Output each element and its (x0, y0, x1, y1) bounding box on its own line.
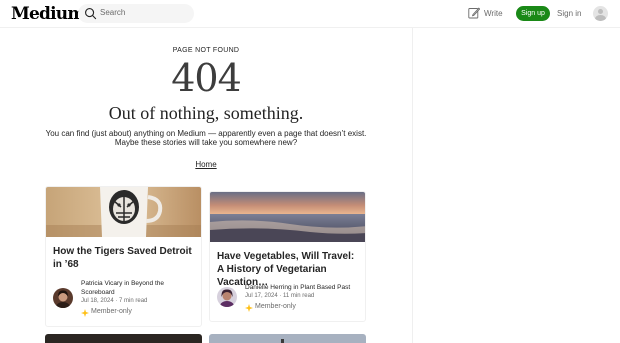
author-byline[interactable]: Danielle Herring in Plant Based Past (245, 283, 360, 292)
page-not-found-eyebrow: PAGE NOT FOUND (172, 47, 240, 54)
author-byline[interactable]: Patricia Vicary in Beyond the Scoreboard (81, 279, 196, 297)
description-line-2: Maybe these stories will take you somewh… (114, 138, 298, 147)
error-code: 404 (171, 56, 242, 100)
story-card-thumbnail-partial[interactable] (209, 334, 366, 343)
sidebar-divider (412, 28, 413, 343)
member-star-icon (81, 309, 89, 317)
story-meta: Jul 17, 2024 · 11 min read (245, 293, 315, 299)
page-title: Out of nothing, something. (108, 103, 304, 123)
story-card-thumbnail-partial[interactable] (45, 334, 202, 343)
story-meta: Jul 18, 2024 · 7 min read (81, 298, 148, 304)
story-title[interactable]: How the Tigers Saved Detroit in ’68 (53, 245, 198, 271)
medium-logo[interactable]: Medium (11, 4, 85, 24)
search-placeholder: Search (100, 8, 126, 17)
sign-in-link[interactable]: Sign in (557, 9, 581, 18)
member-only-label: Member-only (91, 308, 132, 315)
write-label: Write (484, 9, 503, 18)
user-avatar-icon[interactable] (593, 6, 608, 21)
author-avatar[interactable] (217, 287, 237, 307)
write-icon (468, 7, 480, 19)
top-navigation-bar: Medium Search Write Sign up Sign in (0, 0, 620, 28)
story-thumbnail (210, 192, 365, 242)
author-avatar[interactable] (53, 288, 73, 308)
member-only-label: Member-only (255, 303, 296, 310)
story-card[interactable]: Have Vegetables, Will Travel: A History … (209, 191, 366, 322)
search-icon (85, 8, 97, 20)
member-star-icon (245, 304, 253, 312)
description-line-1: You can find (just about) anything on Me… (45, 129, 367, 138)
sign-up-button[interactable]: Sign up (516, 6, 550, 21)
search-input[interactable]: Search (78, 4, 194, 23)
story-thumbnail (46, 187, 201, 237)
home-link-wrap: Home (0, 154, 412, 172)
home-link[interactable]: Home (195, 160, 216, 169)
story-card[interactable]: How the Tigers Saved Detroit in ’68 Patr… (45, 186, 202, 327)
